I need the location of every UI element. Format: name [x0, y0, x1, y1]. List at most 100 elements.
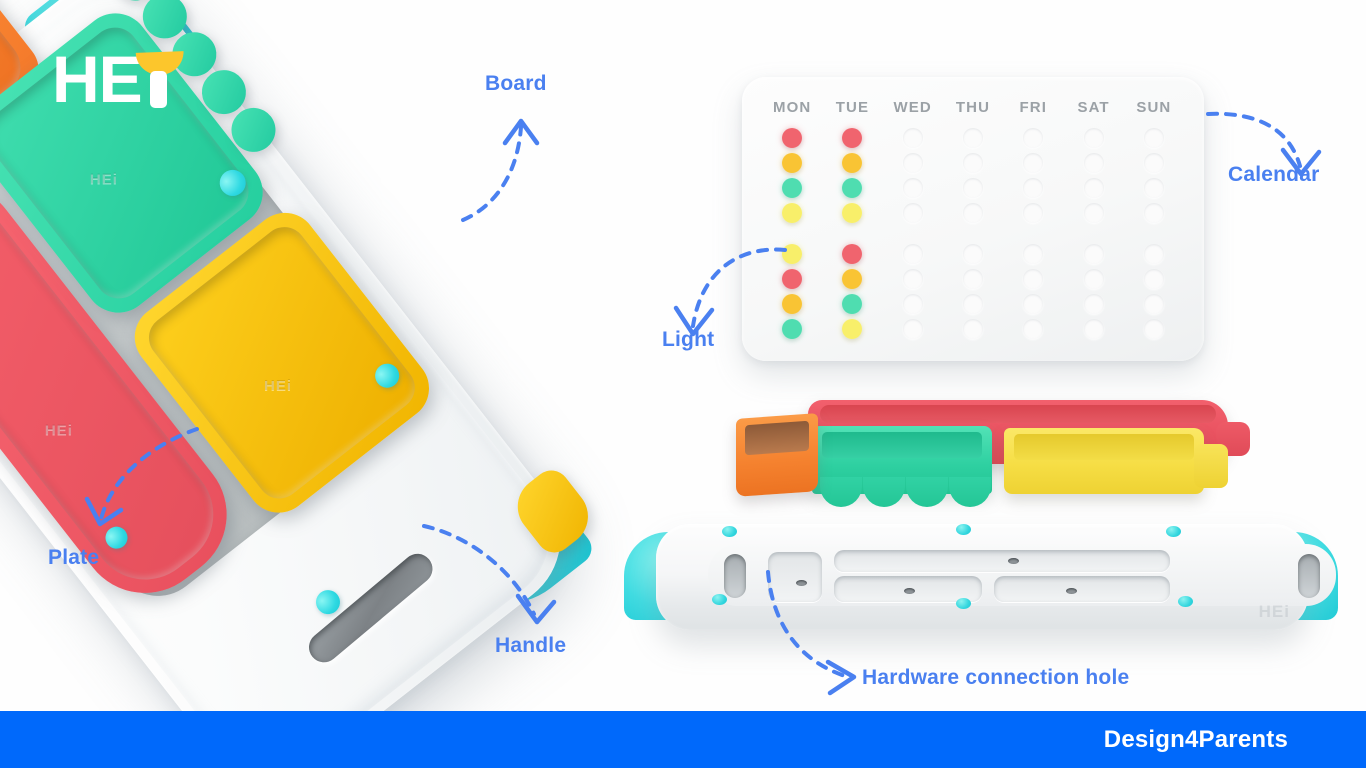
calendar-day-header: THU	[955, 99, 991, 116]
calendar-light-sat-top-4[interactable]	[1083, 203, 1104, 223]
calendar-light-sun-bottom-3[interactable]	[1143, 294, 1164, 314]
calendar-light-thu-top-4[interactable]	[962, 203, 983, 223]
footer-bar: Design4Parents	[0, 711, 1366, 768]
calendar-light-thu-bottom-4[interactable]	[962, 319, 983, 339]
calendar-light-fri-bottom-2[interactable]	[1023, 269, 1044, 289]
underside-cavity-red	[834, 550, 1170, 572]
calendar-light-mon-bottom-3[interactable]	[782, 294, 803, 314]
exploded-tray-orange	[736, 413, 818, 497]
underside-top-surface	[708, 544, 1336, 606]
calendar-light-sun-bottom-2[interactable]	[1143, 269, 1164, 289]
calendar-light-sun-top-3[interactable]	[1143, 178, 1164, 198]
exploded-tray-yellow	[1004, 428, 1228, 494]
calendar-light-mon-top-4[interactable]	[782, 203, 803, 223]
underside-dot-5	[956, 598, 971, 609]
emboss-mark-red: HEi	[44, 421, 73, 439]
annotation-label-handle: Handle	[495, 634, 567, 657]
brand-name: Design4Parents	[1103, 725, 1288, 753]
calendar-day-header: SAT	[1077, 99, 1110, 116]
calendar-light-sat-bottom-1[interactable]	[1083, 244, 1104, 264]
calendar-light-tue-bottom-2[interactable]	[842, 269, 863, 289]
calendar-column-thu: THU	[943, 99, 1003, 344]
calendar-light-tue-bottom-4[interactable]	[842, 319, 863, 339]
calendar-light-mon-top-2[interactable]	[782, 153, 803, 173]
calendar-light-wed-top-1[interactable]	[902, 128, 923, 148]
logo-i-stem	[149, 71, 167, 108]
calendar-light-wed-top-4[interactable]	[902, 203, 923, 223]
calendar-light-tue-top-2[interactable]	[842, 153, 863, 173]
presentation-canvas: HEi HEi HEi HEi HE MON TUE WED THU FRI SAT SUN	[0, 0, 1366, 768]
calendar-light-wed-bottom-1[interactable]	[902, 244, 923, 264]
calendar-light-sun-top-4[interactable]	[1143, 203, 1164, 223]
underside-body: HEi	[656, 524, 1336, 630]
hardware-connection-hole-3	[1066, 588, 1077, 594]
calendar-light-thu-bottom-1[interactable]	[962, 244, 983, 264]
exploded-tray-orange-inner	[745, 420, 809, 456]
calendar-light-mon-bottom-4[interactable]	[782, 319, 803, 339]
calendar-light-mon-bottom-2[interactable]	[782, 269, 803, 289]
calendar-light-thu-top-3[interactable]	[962, 178, 983, 198]
calendar-column-tue: TUE	[822, 99, 882, 344]
exploded-trays-view	[716, 398, 1250, 507]
calendar-light-sat-top-2[interactable]	[1083, 153, 1104, 173]
calendar-light-fri-bottom-1[interactable]	[1023, 244, 1044, 264]
calendar-light-mon-top-3[interactable]	[782, 178, 803, 198]
calendar-column-sat: SAT	[1063, 99, 1123, 344]
calendar-light-sun-bottom-1[interactable]	[1143, 244, 1164, 264]
calendar-light-sat-top-1[interactable]	[1083, 128, 1104, 148]
emboss-watermark: HEi	[1258, 602, 1290, 621]
annotation-label-hardware: Hardware connection hole	[862, 666, 1130, 689]
calendar-light-fri-top-3[interactable]	[1023, 178, 1044, 198]
calendar-column-mon: MON	[762, 99, 822, 344]
calendar-light-thu-bottom-3[interactable]	[962, 294, 983, 314]
underside-dot-4	[712, 594, 727, 605]
underside-cavity-yellow	[994, 576, 1170, 602]
calendar-light-tue-bottom-1[interactable]	[842, 244, 863, 264]
logo-letter-i	[144, 46, 174, 108]
calendar-day-header: SUN	[1136, 99, 1172, 116]
calendar-light-tue-top-1[interactable]	[842, 128, 863, 148]
calendar-column-wed: WED	[883, 99, 943, 344]
calendar-light-fri-bottom-4[interactable]	[1023, 319, 1044, 339]
calendar-light-mon-bottom-1[interactable]	[782, 244, 803, 264]
exploded-tray-teal	[812, 426, 992, 507]
calendar-light-wed-bottom-3[interactable]	[902, 294, 923, 314]
calendar-light-sat-bottom-4[interactable]	[1083, 319, 1104, 339]
calendar-light-sat-top-3[interactable]	[1083, 178, 1104, 198]
hardware-connection-hole-4	[1008, 558, 1019, 564]
annotation-label-board: Board	[485, 72, 547, 95]
calendar-panel: MON TUE WED THU FRI SAT SUN	[742, 77, 1204, 361]
calendar-light-mon-top-1[interactable]	[782, 128, 803, 148]
exploded-tray-yellow-inner	[1014, 434, 1194, 460]
hardware-connection-hole-1	[796, 580, 807, 586]
calendar-light-wed-top-2[interactable]	[902, 153, 923, 173]
calendar-light-tue-top-4[interactable]	[842, 203, 863, 223]
underside-handle-slot-right	[1298, 554, 1320, 598]
calendar-light-fri-top-4[interactable]	[1023, 203, 1044, 223]
calendar-light-sat-bottom-2[interactable]	[1083, 269, 1104, 289]
calendar-light-wed-top-3[interactable]	[902, 178, 923, 198]
calendar-light-sun-top-1[interactable]	[1143, 128, 1164, 148]
calendar-light-sun-bottom-4[interactable]	[1143, 319, 1164, 339]
calendar-column-fri: FRI	[1003, 99, 1063, 344]
calendar-light-sun-top-2[interactable]	[1143, 153, 1164, 173]
calendar-light-tue-top-3[interactable]	[842, 178, 863, 198]
underside-cavity-orange	[768, 552, 822, 602]
calendar-light-fri-bottom-3[interactable]	[1023, 294, 1044, 314]
calendar-light-sat-bottom-3[interactable]	[1083, 294, 1104, 314]
calendar-light-fri-top-1[interactable]	[1023, 128, 1044, 148]
underside-dot-6	[1178, 596, 1193, 607]
calendar-light-thu-bottom-2[interactable]	[962, 269, 983, 289]
exploded-tray-teal-wavy-edge	[820, 477, 991, 507]
calendar-light-tue-bottom-3[interactable]	[842, 294, 863, 314]
calendar-light-thu-top-2[interactable]	[962, 153, 983, 173]
calendar-light-wed-bottom-2[interactable]	[902, 269, 923, 289]
exploded-tray-teal-inner	[822, 432, 982, 458]
underside-dot-2	[956, 524, 971, 535]
calendar-light-thu-top-1[interactable]	[962, 128, 983, 148]
calendar-light-wed-bottom-4[interactable]	[902, 319, 923, 339]
board-underside-view: HEi	[616, 508, 1346, 658]
calendar-day-header: WED	[893, 99, 932, 116]
calendar-light-fri-top-2[interactable]	[1023, 153, 1044, 173]
underside-dot-3	[1166, 526, 1181, 537]
